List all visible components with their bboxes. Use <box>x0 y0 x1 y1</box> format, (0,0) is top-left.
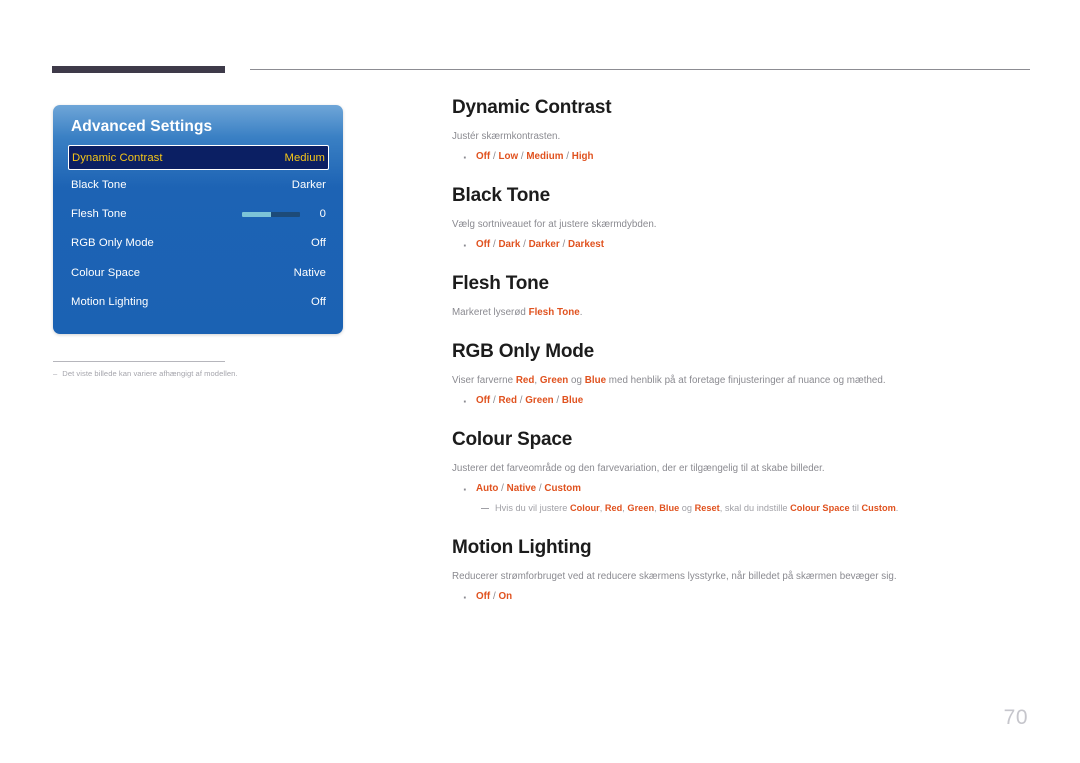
note-part-8: . <box>895 502 899 513</box>
osd-panel-title: Advanced Settings <box>71 118 213 135</box>
footnote-text: Det viste billede kan variere afhængigt … <box>62 369 238 378</box>
page-number: 70 <box>1003 706 1028 729</box>
osd-item-value: Darker <box>291 178 326 191</box>
note-highlight-reset: Reset <box>694 502 720 513</box>
option-2: Green <box>525 395 554 407</box>
desc-highlight-blue: Blue <box>584 374 607 386</box>
option-0: Off <box>476 239 491 251</box>
section-heading: Colour Space <box>452 429 573 450</box>
section-heading: Motion Lighting <box>452 537 592 558</box>
option-0: Off <box>476 151 491 163</box>
note-part-1: Hvis du vil justere <box>495 502 570 513</box>
osd-item-value: Native <box>293 266 326 279</box>
manual-page: Advanced Settings Dynamic Contrast Mediu… <box>0 0 1080 763</box>
option-0: Off <box>476 395 491 407</box>
desc-highlight-red: Red <box>515 374 535 386</box>
options-bullet: Off / On <box>452 588 1032 607</box>
footnote-rule <box>53 361 225 362</box>
options-bullet: Auto / Native / Custom <box>452 480 1032 499</box>
osd-item-label: Motion Lighting <box>71 296 149 309</box>
osd-menu-item-dynamic-contrast[interactable]: Dynamic Contrast Medium <box>68 145 329 170</box>
desc-highlight-green: Green <box>539 374 569 386</box>
options-bullet: Off / Red / Green / Blue <box>452 392 1032 411</box>
option-3: Darkest <box>567 239 605 251</box>
section-options-list: Auto / Native / Custom <box>452 480 1032 499</box>
section-heading: Black Tone <box>452 185 550 206</box>
osd-item-label: RGB Only Mode <box>71 237 154 250</box>
osd-item-label: Dynamic Contrast <box>72 151 163 164</box>
note-highlight-colour: Colour <box>569 502 600 513</box>
osd-menu-item-rgb-only-mode[interactable]: RGB Only Mode Off <box>71 229 326 258</box>
osd-item-label: Colour Space <box>71 266 141 279</box>
section-options-list: Off / Low / Medium / High <box>452 148 1032 167</box>
option-3: Blue <box>561 395 584 407</box>
header-accent-bar <box>52 66 225 73</box>
option-1: Low <box>498 151 519 163</box>
osd-item-value: Off <box>310 237 326 250</box>
desc-part-3: og <box>568 374 585 386</box>
section-options-list: Off / Red / Green / Blue <box>452 392 1032 411</box>
note-highlight-colour-space: Colour Space <box>790 502 850 513</box>
options-bullet: Off / Dark / Darker / Darkest <box>452 236 1032 255</box>
section-description: Markeret lyserød Flesh Tone. <box>452 306 1032 319</box>
section-description: Justér skærmkontrasten. <box>452 130 561 142</box>
option-1: Dark <box>498 239 521 251</box>
section-description: Justerer det farveområde og den farvevar… <box>452 462 825 474</box>
option-2: Darker <box>528 239 560 251</box>
section-description: Vælg sortniveauet for at justere skærmdy… <box>452 218 657 230</box>
options-bullet: Off / Low / Medium / High <box>452 148 1032 167</box>
note-part-5: og <box>679 502 695 513</box>
section-description: Reducerer strømforbruget ved at reducere… <box>452 570 897 582</box>
option-3: High <box>571 151 594 163</box>
osd-advanced-settings-panel: Advanced Settings Dynamic Contrast Mediu… <box>53 105 343 334</box>
osd-menu-item-motion-lighting[interactable]: Motion Lighting Off <box>71 288 326 317</box>
desc-part-post: . <box>579 306 583 318</box>
note-highlight-green: Green <box>627 502 655 513</box>
section-colour-space: Colour Space Justerer det farveområde og… <box>452 429 1032 515</box>
osd-item-slider-group[interactable]: 0 <box>242 208 326 220</box>
flesh-tone-slider[interactable] <box>242 211 300 217</box>
desc-highlight: Flesh Tone <box>528 306 580 318</box>
desc-part-4: med henblik på at foretage finjusteringe… <box>606 374 886 386</box>
note-highlight-red: Red <box>604 502 623 513</box>
option-0: Auto <box>476 483 499 495</box>
note-highlight-custom: Custom <box>861 502 896 513</box>
option-0: Off <box>476 591 491 603</box>
option-2: Medium <box>526 151 564 163</box>
desc-part-1: Viser farverne <box>452 374 516 386</box>
section-rgb-only-mode: RGB Only Mode Viser farverne Red, Green … <box>452 341 1032 411</box>
section-options-list: Off / On <box>452 588 1032 607</box>
section-options-list: Off / Dark / Darker / Darkest <box>452 236 1032 255</box>
option-1: On <box>498 591 513 603</box>
osd-item-value: Medium <box>284 151 325 164</box>
section-heading: Flesh Tone <box>452 273 549 294</box>
flesh-tone-slider-fill <box>242 211 271 217</box>
option-1: Red <box>498 395 518 407</box>
osd-menu-item-flesh-tone[interactable]: Flesh Tone 0 <box>71 199 326 228</box>
section-heading: RGB Only Mode <box>452 341 595 362</box>
osd-menu-list: Dynamic Contrast Medium Black Tone Darke… <box>53 145 343 317</box>
footnote-dash-icon: ‒ <box>53 369 58 378</box>
footnote: ‒ Det viste billede kan variere afhængigt… <box>53 369 343 378</box>
osd-menu-item-black-tone[interactable]: Black Tone Darker <box>71 170 326 199</box>
section-heading: Dynamic Contrast <box>452 97 612 118</box>
header-rule <box>250 69 1030 70</box>
section-subnote: Hvis du vil justere Colour, Red, Green, … <box>452 502 1032 515</box>
option-1: Native <box>506 483 537 495</box>
note-part-6: , skal du indstille <box>719 502 791 513</box>
note-highlight-blue: Blue <box>659 502 680 513</box>
section-motion-lighting: Motion Lighting Reducerer strømforbruget… <box>452 537 1032 607</box>
note-part-7: til <box>849 502 862 513</box>
osd-item-value: 0 <box>319 208 326 221</box>
section-dynamic-contrast: Dynamic Contrast Justér skærmkontrasten.… <box>452 97 1032 167</box>
osd-menu-item-colour-space[interactable]: Colour Space Native <box>71 258 326 287</box>
osd-item-value: Off <box>310 296 326 309</box>
option-2: Custom <box>544 483 581 495</box>
osd-item-label: Flesh Tone <box>71 208 127 221</box>
section-description: Viser farverne Red, Green og Blue med he… <box>452 374 1032 387</box>
section-black-tone: Black Tone Vælg sortniveauet for at just… <box>452 185 1032 255</box>
desc-part-pre: Markeret lyserød <box>452 306 529 318</box>
osd-item-label: Black Tone <box>71 178 127 191</box>
section-flesh-tone: Flesh Tone Markeret lyserød Flesh Tone. <box>452 273 1032 319</box>
